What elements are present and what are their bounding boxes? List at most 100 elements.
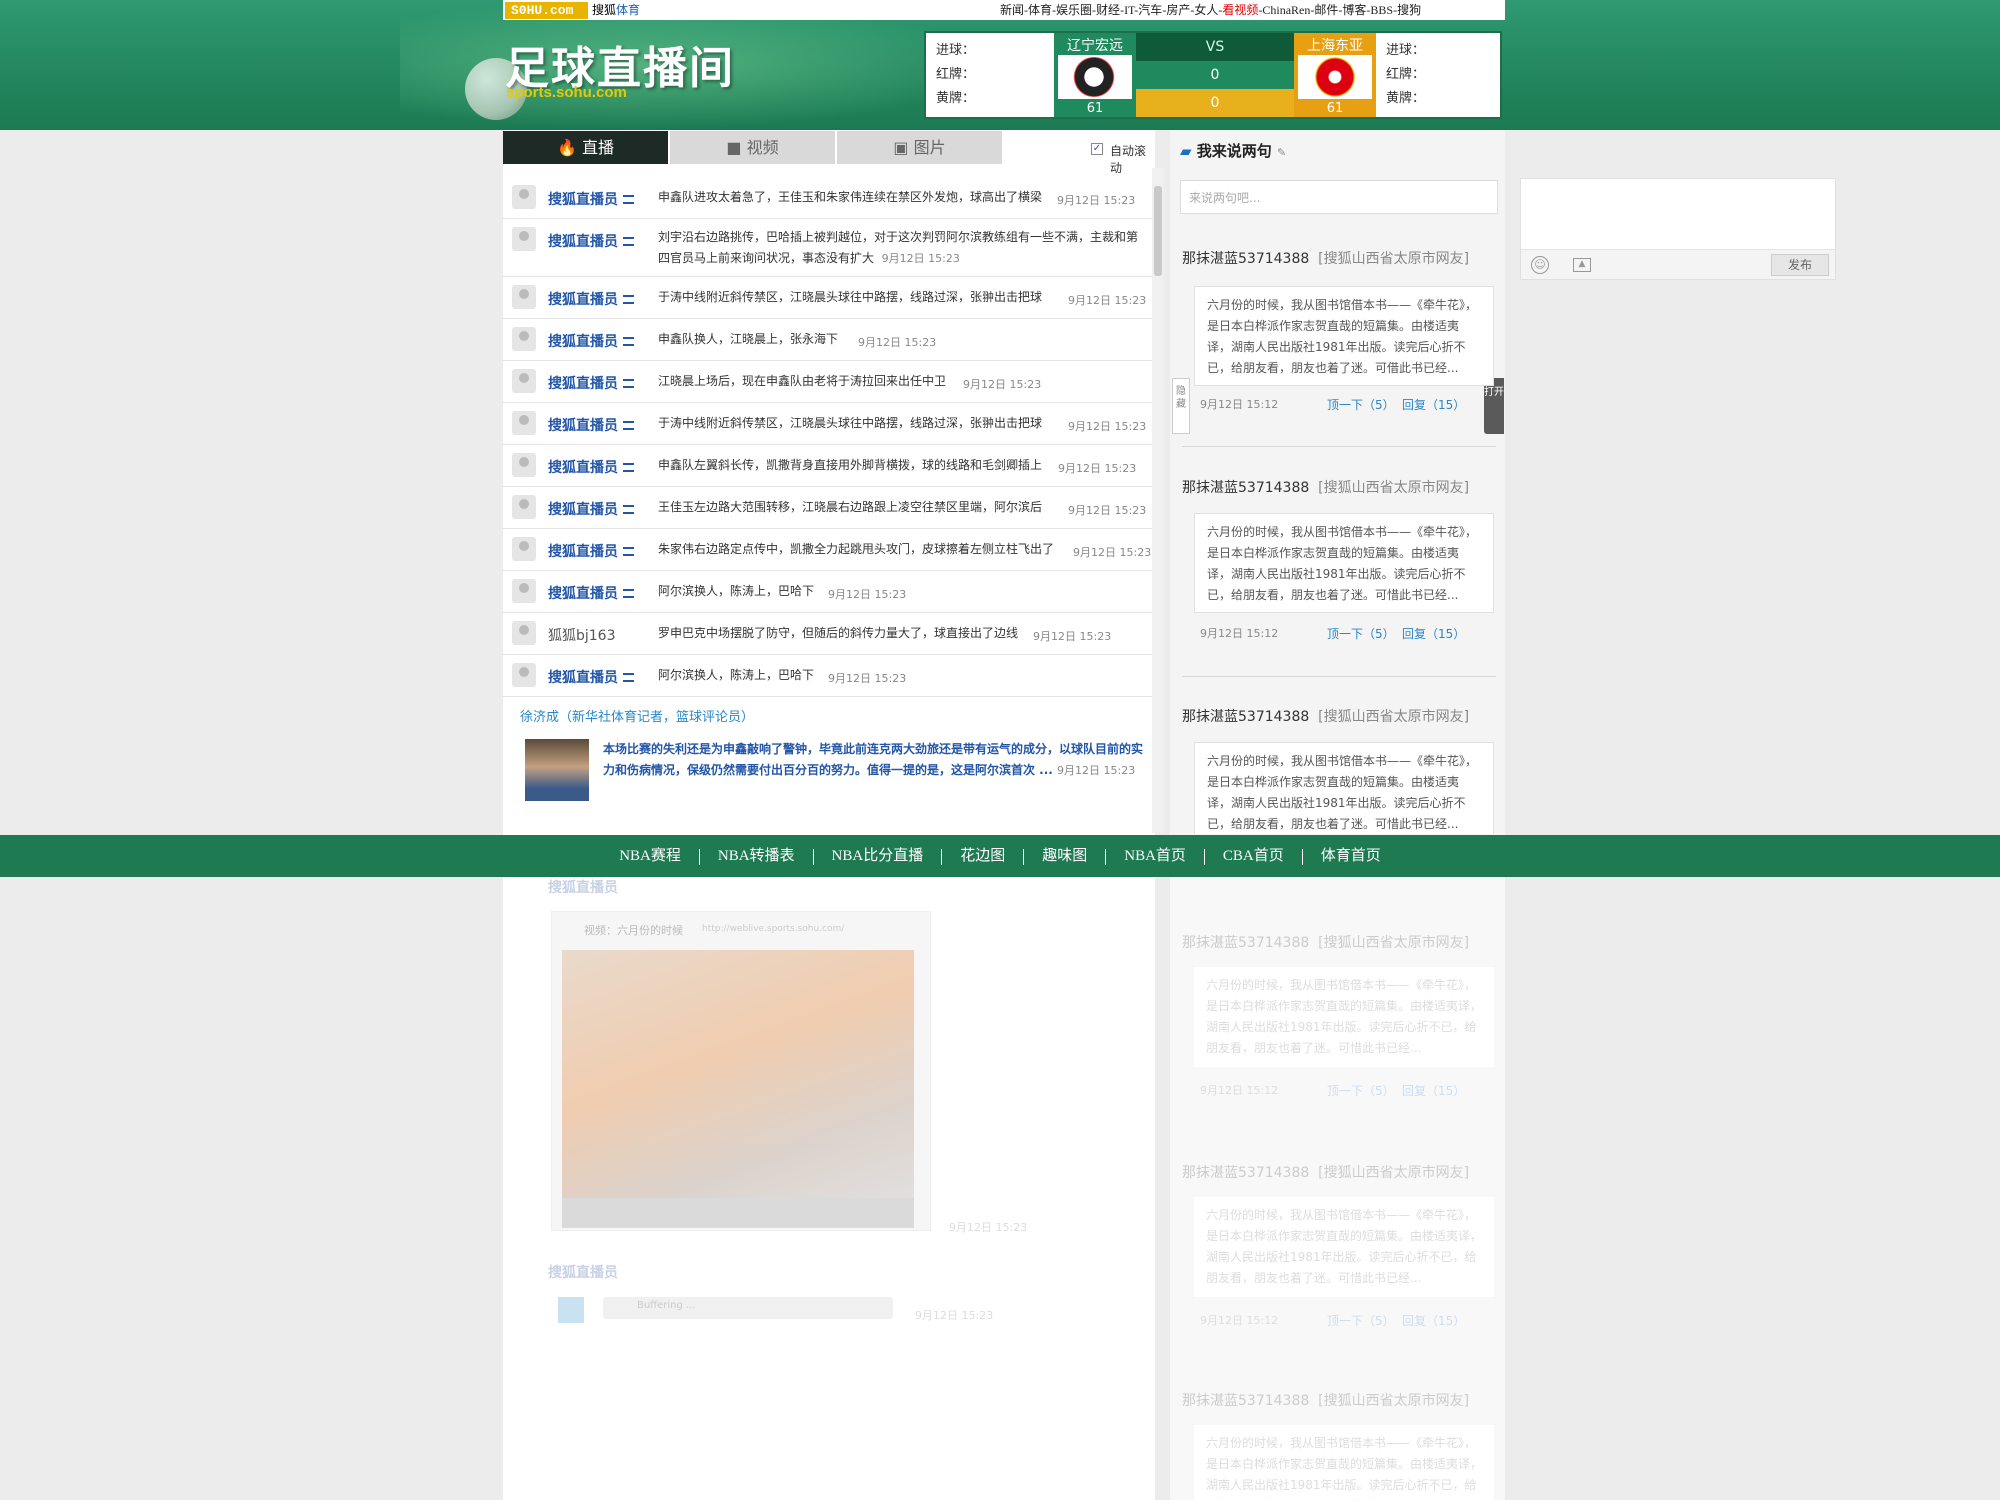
nav-link-sports[interactable]: 体育 <box>1028 3 1052 17</box>
comment-input[interactable]: 来说两句吧... <box>1180 180 1498 214</box>
home-team-name: 辽宁宏远 <box>1058 35 1132 57</box>
feed-author[interactable]: 搜狐直播员 <box>548 231 634 251</box>
audio-time: 9月12日 15:23 <box>915 1309 994 1322</box>
video-label: 视频：六月份的时候 <box>584 924 683 937</box>
feed-author[interactable]: 搜狐直播员 <box>548 457 634 477</box>
tab-video[interactable]: ■ 视频 <box>670 131 835 164</box>
feed-row: 搜狐直播员 江晓晨上场后，现在申鑫队由老将于涛拉回来出任中卫 9月12日 15:23 <box>503 361 1153 403</box>
avatar <box>512 227 536 251</box>
feed-author[interactable]: 搜狐直播员 <box>548 289 634 309</box>
nav-link-it[interactable]: IT <box>1124 3 1134 17</box>
comment-user[interactable]: 那抹湛蓝53714388 [搜狐山西省太原市网友] <box>1182 706 1496 726</box>
feed-time: 9月12日 15:23 <box>963 378 1042 391</box>
list-icon <box>623 295 634 304</box>
list-icon <box>623 589 634 598</box>
home-crest-frame <box>1058 55 1132 99</box>
expert-name[interactable]: 徐济成（新华社体育记者，篮球评论员） <box>520 706 754 725</box>
video-controls[interactable] <box>562 1198 914 1228</box>
image-icon[interactable]: ▲ <box>1573 258 1591 272</box>
upvote-link[interactable]: 顶一下（5） <box>1327 396 1395 413</box>
feed-row: 搜狐直播员 刘宇沿右边路挑传，巴哈插上被判越位，对于这次判罚阿尔滨教练组有一些不满… <box>503 219 1153 277</box>
sohu-logo[interactable]: S0HU.com <box>505 2 588 19</box>
nav-link-finance[interactable]: 财经 <box>1096 3 1120 17</box>
nav-gossip-pics[interactable]: 花边图 <box>960 848 1005 864</box>
nav-nba-home[interactable]: NBA首页 <box>1124 848 1186 864</box>
nav-separator <box>1023 848 1025 865</box>
feed-author[interactable]: 搜狐直播员 <box>548 373 634 393</box>
expert-photo <box>525 739 589 801</box>
reply-link[interactable]: 回复（15） <box>1402 396 1465 413</box>
feed-author[interactable]: 搜狐直播员 <box>548 499 634 519</box>
comment-item: 那抹湛蓝53714388 [搜狐山西省太原市网友] 六月份的时候，我从图书馆借本… <box>1182 248 1496 448</box>
feed-scrollbar[interactable] <box>1152 168 1164 833</box>
sohu-sports-link[interactable]: 搜狐体育 <box>592 2 640 19</box>
audio-player[interactable]: Buffering ... <box>603 1297 893 1319</box>
comment-item: 那抹湛蓝53714388 [搜狐山西省太原市网友] 六月份的时候，我从图书馆借本… <box>1182 477 1496 677</box>
comment-user[interactable]: 那抹湛蓝53714388 [搜狐山西省太原市网友] <box>1182 477 1496 497</box>
tab-photos[interactable]: ▣ 图片 <box>837 131 1002 164</box>
video-thumbnail[interactable] <box>562 950 914 1228</box>
nav-sports-home[interactable]: 体育首页 <box>1321 848 1381 864</box>
scrollbar-thumb[interactable] <box>1154 186 1162 276</box>
feed-time: 9月12日 15:23 <box>1068 294 1147 307</box>
nav-link-house[interactable]: 房产 <box>1166 3 1190 17</box>
list-icon <box>623 195 634 204</box>
list-icon <box>623 463 634 472</box>
video-card[interactable]: 视频：六月份的时候 http://weblive.sports.sohu.com… <box>551 911 931 1231</box>
nav-link-bbs[interactable]: BBS <box>1370 3 1393 17</box>
feed-author[interactable]: 搜狐直播员 <box>548 583 634 603</box>
emoji-icon[interactable]: ☺ <box>1531 256 1549 274</box>
nav-nba-live-score[interactable]: NBA比分直播 <box>832 848 924 864</box>
feed-message: 朱家伟右边路定点传中，凯撒全力起跳甩头攻门，皮球擦着左侧立柱飞出了 <box>658 542 1055 556</box>
audio-speaker-icon[interactable] <box>558 1297 584 1323</box>
feed-author[interactable]: 搜狐直播员 <box>548 667 634 687</box>
feed-message: 申鑫队进攻太着急了，王佳玉和朱家伟连续在禁区外发炮，球高出了横梁 <box>658 190 1043 204</box>
comment-item: 那抹湛蓝53714388 [搜狐山西省太原市网友] 六月份的时候，我从图书馆借本… <box>1182 706 1496 834</box>
nav-link-auto[interactable]: 汽车 <box>1138 3 1162 17</box>
comment-text: 六月份的时候，我从图书馆借本书——《牵牛花》，是日本白桦派作家志贺直哉的短篇集。… <box>1194 742 1494 834</box>
nav-link-women[interactable]: 女人 <box>1194 3 1218 17</box>
faded-author: 搜狐直播员 <box>548 1265 618 1281</box>
upvote-link[interactable]: 顶一下（5） <box>1327 625 1395 642</box>
nav-separator <box>941 848 943 865</box>
feed-message: 阿尔滨换人，陈涛上，巴哈下 <box>658 584 815 598</box>
home-team-number: 61 <box>1058 100 1132 117</box>
compose-box[interactable]: ☺ ▲ 发布 <box>1520 178 1836 280</box>
publish-button[interactable]: 发布 <box>1771 254 1829 276</box>
comment-text: 六月份的时候，我从图书馆借本书——《牵牛花》，是日本白桦派作家志贺直哉的短篇集。… <box>1194 513 1494 613</box>
feed-time: 9月12日 15:23 <box>828 672 907 685</box>
feed-author[interactable]: 搜狐直播员 <box>548 189 634 209</box>
nav-fun-pics[interactable]: 趣味图 <box>1042 848 1087 864</box>
vs-label: VS <box>1136 33 1294 61</box>
nav-link-sogou[interactable]: 搜狗 <box>1397 3 1421 17</box>
feed-author[interactable]: 搜狐直播员 <box>548 541 634 561</box>
feed-message: 罗申巴克中场摆脱了防守，但随后的斜传力量大了，球直接出了边线 <box>658 626 1019 640</box>
nav-link-news[interactable]: 新闻 <box>1000 3 1024 17</box>
feed-author[interactable]: 狐狐bj163 <box>548 625 616 645</box>
tab-photos-label: 图片 <box>913 138 946 157</box>
nav-link-video[interactable]: 看视频 <box>1222 3 1258 17</box>
feed-author[interactable]: 搜狐直播员 <box>548 331 634 351</box>
list-icon <box>623 421 634 430</box>
nav-cba-home[interactable]: CBA首页 <box>1223 848 1284 864</box>
flame-icon: 🔥 <box>556 138 577 157</box>
nav-nba-schedule[interactable]: NBA赛程 <box>619 848 681 864</box>
home-yellow-label: 黄牌： <box>936 91 976 106</box>
nav-link-blog[interactable]: 博客 <box>1342 3 1366 17</box>
nav-link-chinaren[interactable]: ChinaRen <box>1262 3 1310 17</box>
nav-link-ent[interactable]: 娱乐圈 <box>1056 3 1092 17</box>
feed-author[interactable]: 搜狐直播员 <box>548 415 634 435</box>
reply-link[interactable]: 回复（15） <box>1402 625 1465 642</box>
auto-scroll-checkbox[interactable]: ✓ <box>1091 143 1103 155</box>
away-team: 上海东亚 61 <box>1294 33 1376 117</box>
tab-bar: 🔥 直播 ■ 视频 ▣ 图片 ✓ 自动滚动 <box>503 131 1155 175</box>
nav-link-mail[interactable]: 邮件 <box>1314 3 1338 17</box>
expert-message: 本场比赛的失利还是为申鑫敲响了警钟，毕竟此前连克两大劲旅还是带有运气的成分，以球… <box>603 742 1144 777</box>
nav-separator <box>1105 848 1107 865</box>
away-team-name: 上海东亚 <box>1298 35 1372 57</box>
tab-live[interactable]: 🔥 直播 <box>503 131 668 164</box>
avatar <box>512 453 536 477</box>
avatar <box>512 537 536 561</box>
comment-user[interactable]: 那抹湛蓝53714388 [搜狐山西省太原市网友] <box>1182 248 1496 268</box>
nav-nba-broadcast[interactable]: NBA转播表 <box>718 848 795 864</box>
